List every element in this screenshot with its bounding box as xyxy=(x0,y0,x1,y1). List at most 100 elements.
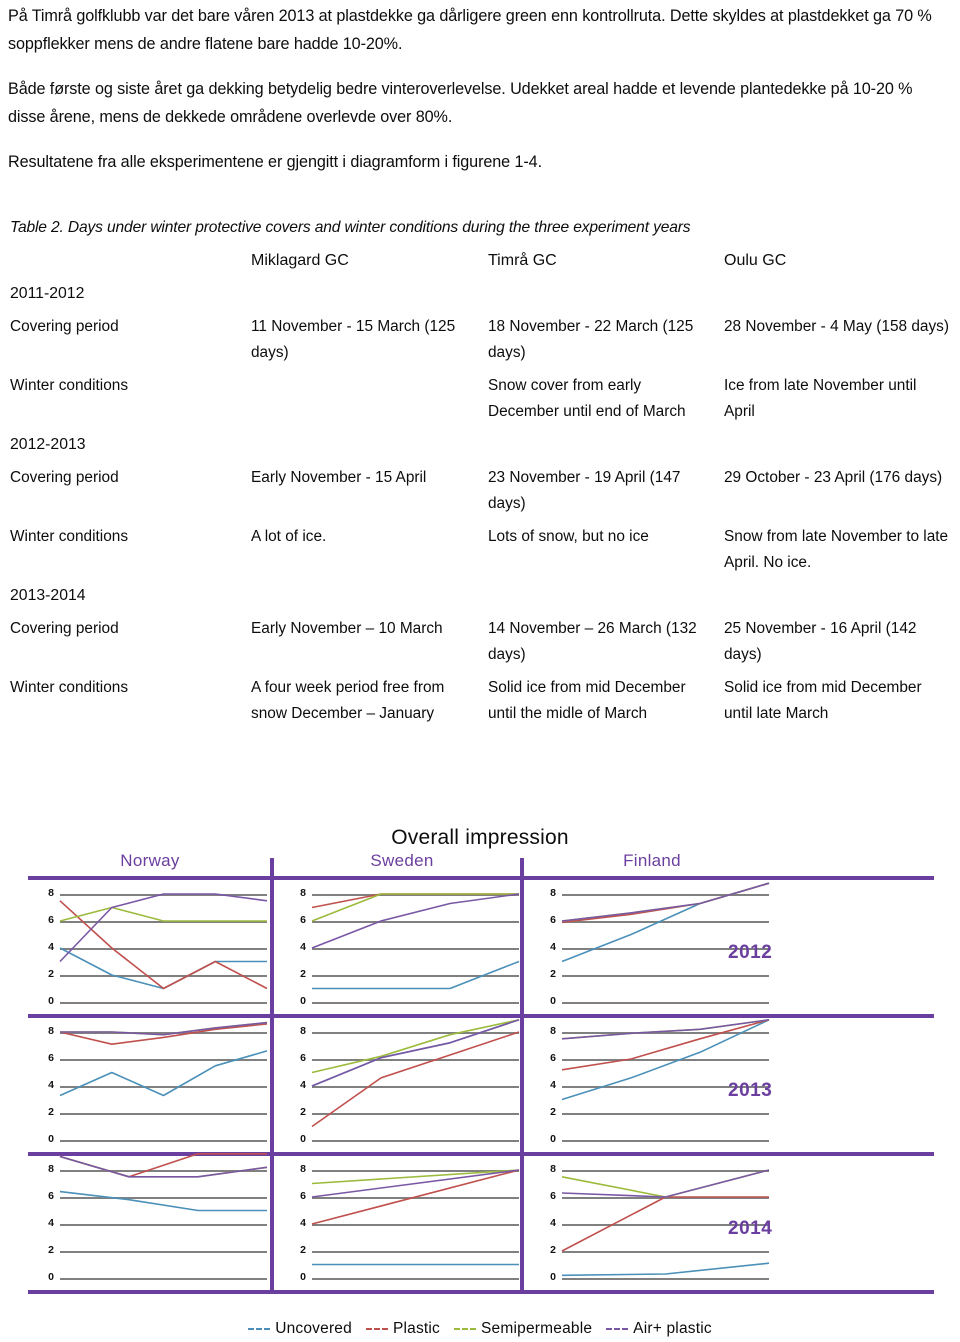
table-2-container: Table 2. Days under winter protective co… xyxy=(4,212,954,731)
legend-swatch-icon xyxy=(606,1328,629,1330)
group-spacer xyxy=(482,580,718,613)
row-cell: Ice from late November until April xyxy=(724,377,917,420)
row-label: Winter conditions xyxy=(10,377,129,394)
chart-lines xyxy=(311,1019,520,1128)
paragraph-3: Resultatene fra alle eksperimentene er g… xyxy=(8,153,542,171)
series-line xyxy=(59,1155,268,1178)
series-line xyxy=(59,1155,268,1178)
row-cell: Solid ice from mid December until late M… xyxy=(724,679,922,722)
series-line xyxy=(311,893,519,909)
row-cell: 23 November - 19 April (147 days) xyxy=(488,469,681,512)
header-col-0 xyxy=(4,245,245,278)
table-row: Covering period 11 November - 15 March (… xyxy=(4,311,954,370)
table-row: Covering period Early November – 10 Marc… xyxy=(4,613,954,672)
figure-vrule xyxy=(270,858,274,1294)
row-cell: Snow from late November to late April. N… xyxy=(724,528,949,571)
group-year-2: 2013-2014 xyxy=(10,587,86,604)
table-row: Covering period Early November - 15 Apri… xyxy=(4,462,954,521)
series-line xyxy=(59,1050,268,1097)
paragraph-1: På Timrå golfklubb var det bare våren 20… xyxy=(8,7,932,53)
row-cell: 18 November - 22 March (125 days) xyxy=(488,318,694,361)
group-spacer xyxy=(245,580,482,613)
chart-lines xyxy=(311,1169,520,1266)
series-line xyxy=(561,882,770,924)
chart-lines xyxy=(59,1152,268,1212)
series-line xyxy=(561,882,770,922)
table-group-row: 2011-2012 xyxy=(4,278,954,311)
row-cell: Snow cover from early December until end… xyxy=(488,377,686,420)
group-spacer xyxy=(718,278,954,311)
row-cell: A four week period free from snow Decemb… xyxy=(251,679,445,722)
table-group-row: 2013-2014 xyxy=(4,580,954,613)
row-cell: Solid ice from mid December until the mi… xyxy=(488,679,686,722)
series-line xyxy=(561,1169,770,1198)
chart-lines xyxy=(311,893,520,990)
column-title-finland: Finland xyxy=(623,851,681,870)
legend-item: Air+ plastic xyxy=(606,1320,712,1338)
group-spacer xyxy=(482,278,718,311)
row-cell: 29 October - 23 April (176 days) xyxy=(724,469,943,486)
row-year-label: 2012 xyxy=(728,942,773,963)
series-line xyxy=(561,1262,770,1277)
intro-prose: På Timrå golfklubb var det bare våren 20… xyxy=(8,2,952,176)
chart-lines xyxy=(59,893,268,990)
row-cell: Early November - 15 April xyxy=(251,469,427,486)
figure-title: Overall impression xyxy=(391,826,569,849)
table-row: Winter conditions A lot of ice. Lots of … xyxy=(4,521,954,580)
series-line xyxy=(60,1021,268,1036)
row-cell: A lot of ice. xyxy=(251,528,327,545)
group-spacer xyxy=(245,278,482,311)
column-title-sweden: Sweden xyxy=(370,851,434,870)
legend-item: Semipermeable xyxy=(454,1320,592,1338)
series-line xyxy=(311,1169,520,1225)
series-line xyxy=(59,1190,267,1212)
table-header-row: Miklagard GC Timrå GC Oulu GC xyxy=(4,245,954,278)
chart-panel: 86420 xyxy=(30,1018,270,1156)
table-caption: Table 2. Days under winter protective co… xyxy=(10,219,691,236)
chart-lines xyxy=(59,1021,268,1097)
series-line xyxy=(561,1019,770,1040)
chart-panel: 86420 xyxy=(30,1152,270,1294)
group-spacer xyxy=(718,429,954,462)
row-cell: 28 November - 4 May (158 days) xyxy=(724,318,949,335)
row-label: Winter conditions xyxy=(10,679,129,696)
group-spacer xyxy=(245,429,482,462)
group-year-1: 2012-2013 xyxy=(10,436,86,453)
chart-panel: 86420 xyxy=(282,880,522,1018)
group-spacer xyxy=(482,429,718,462)
row-cell: 11 November - 15 March (125 days) xyxy=(251,318,456,361)
row-label: Covering period xyxy=(10,318,119,335)
series-line xyxy=(561,1019,770,1071)
figure-overall-impression: Overall impression Norway Sweden Finland… xyxy=(0,818,960,1342)
paragraph-2: Både første og siste året ga dekking bet… xyxy=(8,80,913,126)
row-label: Covering period xyxy=(10,620,119,637)
legend-swatch-icon xyxy=(248,1328,271,1330)
row-cell: Early November – 10 March xyxy=(251,620,443,637)
figure-legend: Uncovered Plastic Semipermeable Air+ plasti… xyxy=(20,1320,940,1338)
chart-panel: 86420 xyxy=(282,1018,522,1156)
series-line xyxy=(59,906,267,922)
table-row: Winter conditions Snow cover from early … xyxy=(4,370,954,429)
legend-label: Uncovered xyxy=(275,1320,352,1337)
chart-panel: 86420 xyxy=(30,880,270,1018)
chart-panel: 86420 xyxy=(282,1156,522,1294)
table-2: Table 2. Days under winter protective co… xyxy=(4,212,954,731)
legend-swatch-icon xyxy=(365,1328,388,1330)
series-line xyxy=(311,1169,520,1198)
group-spacer xyxy=(718,580,954,613)
legend-swatch-icon xyxy=(454,1328,477,1330)
legend-label: Semipermeable xyxy=(481,1320,593,1337)
legend-item: Plastic xyxy=(365,1320,441,1338)
legend-label: Plastic xyxy=(392,1320,441,1337)
row-cell: 25 November - 16 April (142 days) xyxy=(724,620,917,663)
header-col-2: Timrå GC xyxy=(488,252,557,269)
header-col-1: Miklagard GC xyxy=(251,252,349,269)
legend-label: Air+ plastic xyxy=(633,1320,712,1337)
header-col-3: Oulu GC xyxy=(724,252,787,269)
row-year-label: 2013 xyxy=(728,1080,773,1101)
series-line xyxy=(311,1169,520,1185)
row-cell xyxy=(245,370,482,429)
series-line xyxy=(59,900,268,990)
row-cell: Lots of snow, but no ice xyxy=(488,528,649,545)
series-line xyxy=(60,1021,268,1036)
